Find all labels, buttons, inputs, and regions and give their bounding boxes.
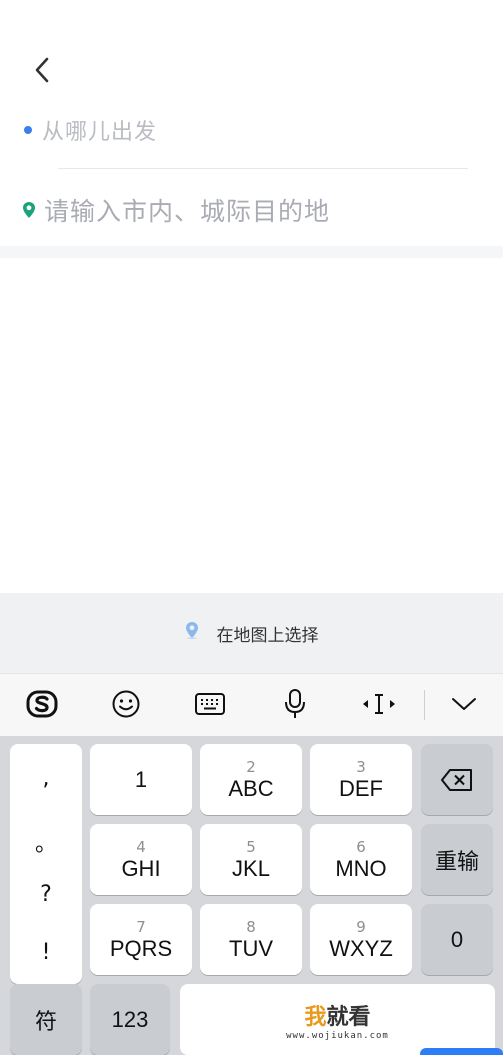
punct-period[interactable]: 。 (10, 826, 82, 858)
punct-comma[interactable]: , (10, 766, 82, 791)
key-8[interactable]: 8 TUV (200, 904, 302, 975)
back-button[interactable] (26, 52, 58, 88)
route-input-panel: 从哪儿出发 请输入市内、城际目的地 (0, 0, 503, 246)
key-3[interactable]: 3 DEF (310, 744, 412, 815)
symbols-button[interactable]: 符 (10, 984, 82, 1055)
backspace-icon (441, 768, 472, 791)
punct-question[interactable]: ? (10, 882, 82, 907)
punctuation-column[interactable]: , 。 ? ! (10, 744, 82, 984)
numbers-button[interactable]: 123 (90, 984, 170, 1055)
key-4[interactable]: 4 GHI (90, 824, 192, 895)
key-1[interactable]: 1 (90, 744, 192, 815)
ime-keyboard: , 。 ? ! 1 2 ABC 3 DEF 4 GHI 5 JKL 6 MNO … (0, 736, 503, 1055)
backspace-button[interactable] (421, 744, 493, 815)
key-2[interactable]: 2 ABC (200, 744, 302, 815)
key-0[interactable]: 0 (421, 904, 493, 975)
watermark-logo: 我就看 (304, 1004, 371, 1030)
chevron-left-icon (35, 57, 49, 83)
microphone-icon[interactable] (275, 684, 315, 724)
toolbar-separator (424, 690, 425, 720)
watermark-url: www.wojiukan.com (286, 1030, 389, 1041)
collapse-chevron-icon[interactable] (444, 684, 484, 724)
punct-exclaim[interactable]: ! (10, 940, 82, 965)
destination-field[interactable]: 请输入市内、城际目的地 (20, 190, 330, 230)
keyboard-toolbar (0, 673, 503, 736)
emoji-icon[interactable] (106, 684, 146, 724)
sogou-logo-icon[interactable] (22, 684, 62, 724)
enter-key-edge[interactable] (420, 1048, 503, 1055)
space-key[interactable]: 我就看 www.wojiukan.com (180, 984, 495, 1055)
origin-placeholder: 从哪儿出发 (42, 120, 158, 145)
cursor-move-icon[interactable] (359, 684, 399, 724)
retype-button[interactable]: 重输 (421, 824, 493, 895)
key-5[interactable]: 5 JKL (200, 824, 302, 895)
origin-dot-icon (24, 126, 32, 134)
suggestions-area (0, 258, 503, 593)
key-9[interactable]: 9 WXYZ (310, 904, 412, 975)
key-7[interactable]: 7 PQRS (90, 904, 192, 975)
destination-pin-icon (23, 202, 35, 218)
section-gap (0, 246, 503, 258)
key-6[interactable]: 6 MNO (310, 824, 412, 895)
choose-on-map-label: 在地图上选择 (216, 625, 319, 646)
keyboard-icon[interactable] (190, 684, 230, 724)
choose-on-map-button[interactable]: 在地图上选择 (0, 593, 503, 673)
destination-placeholder: 请输入市内、城际目的地 (44, 197, 331, 226)
map-pin-icon (185, 622, 198, 639)
origin-field[interactable]: 从哪儿出发 (20, 112, 157, 148)
field-divider (58, 168, 468, 169)
